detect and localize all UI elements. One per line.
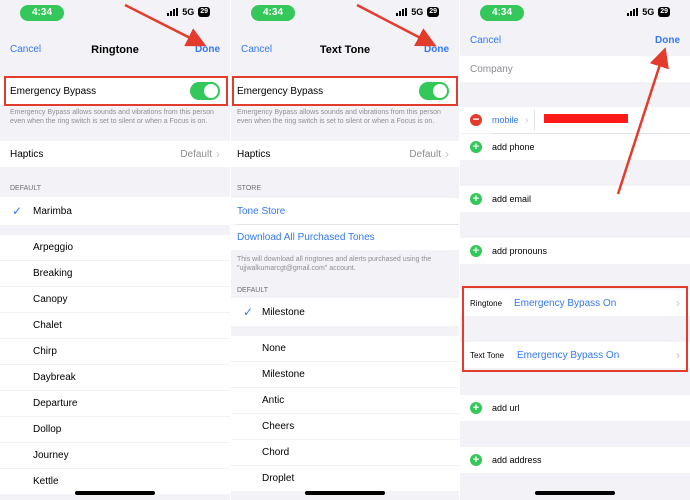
annotation-arrows bbox=[124, 3, 669, 195]
arrow-to-done-contact bbox=[616, 47, 669, 195]
arrow-to-done-ringtone bbox=[124, 3, 207, 47]
arrow-to-done-texttone bbox=[356, 3, 437, 47]
